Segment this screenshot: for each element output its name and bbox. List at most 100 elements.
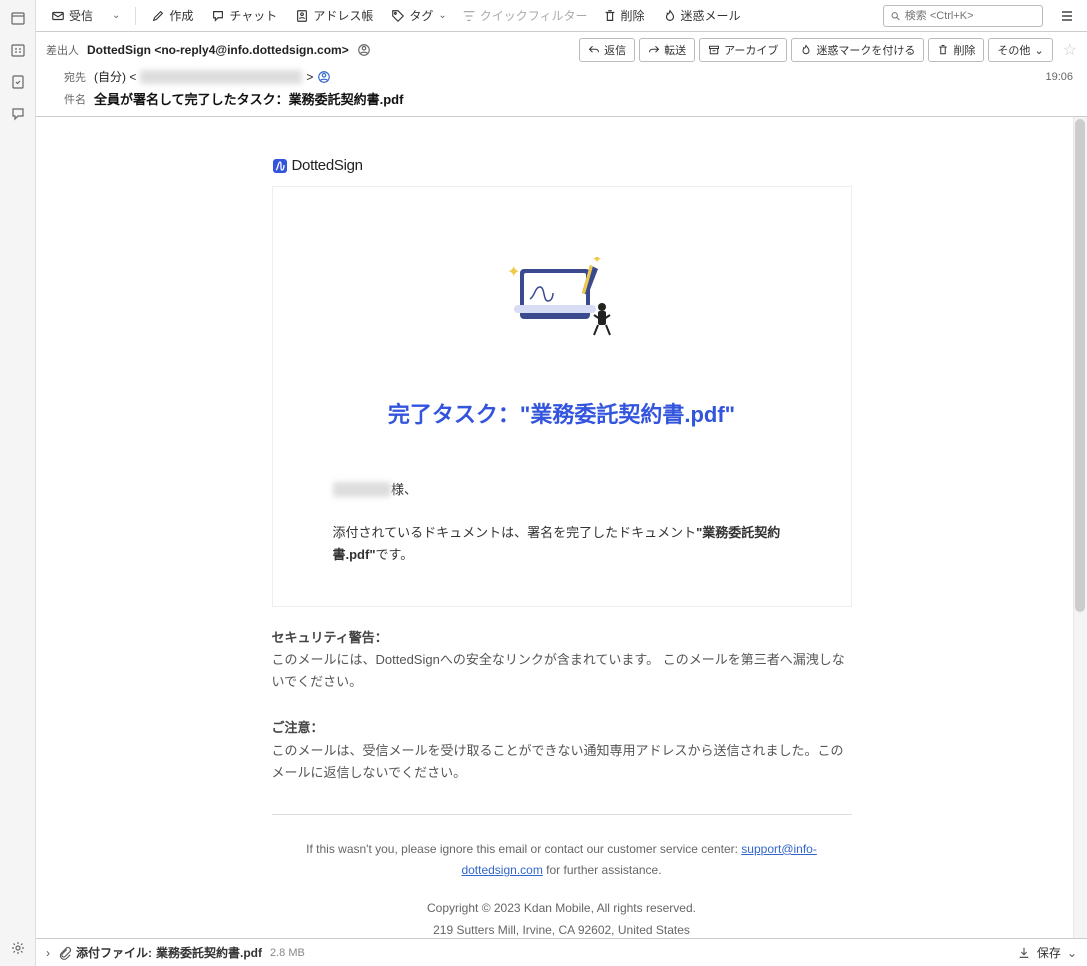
chat-label: チャット [229, 7, 277, 24]
footer-post: for further assistance. [543, 863, 662, 877]
to-label: 宛先 [46, 69, 86, 85]
save-dropdown[interactable]: ⌄ [1067, 946, 1077, 960]
message-header: 差出人 DottedSign <no-reply4@info.dottedsig… [36, 32, 1087, 117]
tasks-icon[interactable] [8, 72, 28, 92]
chat-button[interactable]: チャット [204, 3, 284, 28]
tag-icon [391, 9, 405, 23]
flame-icon [800, 44, 812, 56]
chat-bubble-icon [211, 9, 225, 23]
company-address: 219 Sutters Mill, Irvine, CA 92602, Unit… [272, 920, 852, 938]
expand-attachments-button[interactable]: › [46, 946, 50, 960]
mark-junk-button[interactable]: 迷惑マークを付ける [791, 38, 924, 62]
left-rail [0, 0, 36, 966]
message-body: DottedSign [36, 117, 1087, 938]
reply-label: 返信 [604, 42, 626, 58]
contact-icon[interactable] [317, 70, 331, 84]
from-name: DottedSign [87, 43, 151, 57]
forward-icon [648, 44, 660, 56]
filter-icon [462, 9, 476, 23]
quickfilter-label: クイックフィルター [480, 7, 588, 24]
signature-illustration: ✦ ✦ [492, 257, 632, 337]
greeting-suffix: 様、 [391, 482, 417, 497]
scrollbar[interactable] [1073, 117, 1087, 938]
dottedsign-logo-icon [272, 158, 288, 174]
email-title: 完了タスク："業務委託契約書.pdf" [333, 397, 791, 429]
to-value: (自分) < xxxxxxxxxxxxxxxxxxxxxxxxxxx > [94, 68, 331, 85]
to-redacted: xxxxxxxxxxxxxxxxxxxxxxxxxxx [140, 70, 302, 84]
attachment-item[interactable]: 添付ファイル: 業務委託契約書.pdf 2.8 MB [58, 944, 305, 961]
archive-button[interactable]: アーカイブ [699, 38, 787, 62]
email-body-text: 添付されているドキュメントは、署名を完了したドキュメント"業務委託契約書.pdf… [333, 522, 791, 566]
reply-button[interactable]: 返信 [579, 38, 635, 62]
flame-icon [663, 9, 677, 23]
delete-button[interactable]: 削除 [596, 3, 652, 28]
to-prefix: (自分) < [94, 68, 136, 85]
email-footer: If this wasn't you, please ignore this e… [272, 839, 852, 938]
main-toolbar: 受信 ⌄ 作成 チャット アドレス帳 タグ⌄ クイックフィルター [36, 0, 1087, 32]
contact-icon[interactable] [357, 43, 371, 57]
hamburger-icon [1059, 8, 1075, 24]
search-box[interactable] [883, 5, 1043, 27]
mark-junk-label: 迷惑マークを付ける [816, 42, 915, 58]
calendar-icon[interactable] [8, 40, 28, 60]
receive-label: 受信 [69, 7, 93, 24]
junk-label: 迷惑メール [681, 7, 741, 24]
search-icon [890, 10, 901, 22]
email-notes: セキュリティ警告： このメールには、DottedSignへの安全なリンクが含まれ… [272, 627, 852, 938]
settings-gear-icon[interactable] [8, 938, 28, 958]
archive-icon [708, 44, 720, 56]
paperclip-icon [58, 946, 72, 960]
copyright: Copyright © 2023 Kdan Mobile, All rights… [272, 898, 852, 920]
notice-body: このメールは、受信メールを受け取ることができない通知専用アドレスから送信されまし… [272, 740, 852, 784]
app-menu-button[interactable] [1055, 4, 1079, 28]
save-button[interactable]: 保存 [1037, 944, 1061, 961]
svg-text:✦: ✦ [592, 257, 602, 266]
subject-value: 全員が署名して完了したタスク：業務委託契約書.pdf [94, 89, 403, 108]
header-delete-label: 削除 [953, 42, 975, 58]
archive-label: アーカイブ [724, 42, 778, 58]
from-label: 差出人 [46, 42, 79, 58]
forward-label: 転送 [664, 42, 686, 58]
star-icon[interactable]: ☆ [1063, 40, 1077, 60]
trash-icon [603, 9, 617, 23]
footer-pre: If this wasn't you, please ignore this e… [306, 842, 741, 856]
security-body: このメールには、DottedSignへの安全なリンクが含まれています。 このメー… [272, 649, 852, 693]
body-post: です。 [376, 547, 414, 562]
chat-icon[interactable] [8, 104, 28, 124]
email-card: ✦ ✦ 完了タスク："業務委託契約書.pdf" xxxxxxxxx様、 添付され… [272, 186, 852, 607]
delete-label: 削除 [621, 7, 645, 24]
time-label: 19:06 [1045, 71, 1077, 83]
other-label: その他 [997, 42, 1030, 58]
brand-name: DottedSign [292, 157, 363, 174]
inbox-icon [51, 9, 65, 23]
tag-label: タグ [409, 7, 433, 24]
compose-button[interactable]: 作成 [144, 3, 200, 28]
addressbook-label: アドレス帳 [313, 7, 373, 24]
other-button[interactable]: その他⌄ [988, 38, 1052, 62]
compose-label: 作成 [169, 7, 193, 24]
junk-button[interactable]: 迷惑メール [656, 3, 748, 28]
attach-size: 2.8 MB [270, 947, 305, 959]
quickfilter-button[interactable]: クイックフィルター [458, 7, 592, 24]
to-suffix: > [306, 70, 313, 84]
recipient-name-redacted: xxxxxxxxx [333, 482, 392, 497]
tag-button[interactable]: タグ⌄ [384, 3, 453, 28]
header-delete-button[interactable]: 削除 [928, 38, 984, 62]
addressbook-button[interactable]: アドレス帳 [288, 3, 380, 28]
receive-button[interactable]: 受信 [44, 3, 100, 28]
reply-icon [588, 44, 600, 56]
greeting: xxxxxxxxx様、 [333, 479, 791, 498]
attach-filename: 業務委託契約書.pdf [156, 944, 262, 961]
receive-dropdown[interactable]: ⌄ [104, 6, 127, 25]
download-icon[interactable] [1017, 946, 1031, 960]
svg-text:✦: ✦ [507, 264, 520, 281]
subject-label: 件名 [46, 91, 86, 107]
attachment-bar: › 添付ファイル: 業務委託契約書.pdf 2.8 MB 保存 ⌄ [36, 938, 1087, 966]
body-pre: 添付されているドキュメントは、署名を完了したドキュメント [333, 525, 697, 540]
search-input[interactable] [905, 10, 1036, 22]
forward-button[interactable]: 転送 [639, 38, 695, 62]
calendar-today-icon[interactable] [8, 8, 28, 28]
scroll-thumb[interactable] [1075, 119, 1085, 612]
pencil-icon [151, 9, 165, 23]
brand-logo: DottedSign [272, 157, 852, 174]
